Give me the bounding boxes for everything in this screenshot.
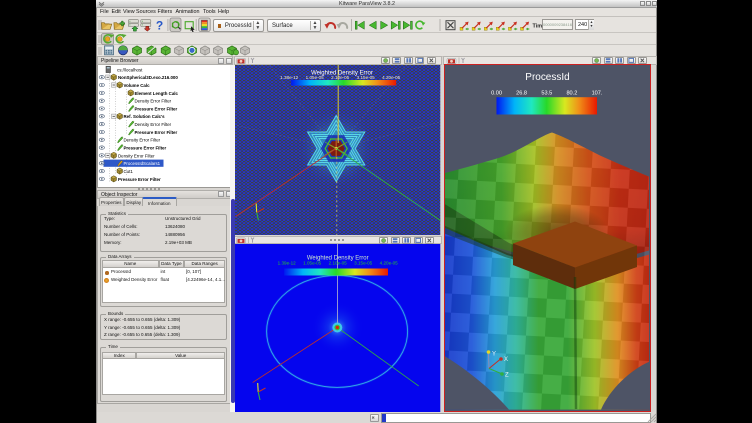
svg-text:cs://localhost: cs://localhost: [117, 67, 143, 72]
svg-text:Z: Z: [504, 372, 508, 378]
svg-text:53.5: 53.5: [541, 90, 552, 96]
svg-text:ProcessId: ProcessId: [525, 72, 569, 83]
svg-text:2.10e-05: 2.10e-05: [329, 260, 348, 265]
svg-text:Density Error Filter: Density Error Filter: [124, 138, 161, 143]
svg-text:Ref. Solution Calc's: Ref. Solution Calc's: [124, 114, 166, 119]
svg-text:Density Error Filter: Density Error Filter: [135, 122, 172, 127]
svg-text:Pressure Error Filter: Pressure Error Filter: [118, 177, 161, 182]
svg-text:1.05e-05: 1.05e-05: [306, 74, 325, 79]
svg-text:Pressure Error Filter: Pressure Error Filter: [124, 146, 167, 151]
svg-text:ProcessIdScalars1: ProcessIdScalars1: [124, 161, 161, 166]
svg-text:Pressure Error Filter: Pressure Error Filter: [135, 130, 178, 135]
svg-text:1.38e-12: 1.38e-12: [280, 74, 299, 79]
svg-text:0.00: 0.00: [491, 90, 502, 96]
svg-text:1.05e-05: 1.05e-05: [303, 260, 322, 265]
svg-text:Density Error Filter: Density Error Filter: [135, 99, 172, 104]
svg-text:80.2: 80.2: [566, 90, 577, 96]
svg-text:1.39e-12: 1.39e-12: [278, 260, 297, 265]
svg-text:Element Length Calc: Element Length Calc: [135, 91, 179, 96]
svg-text:Volume Calc: Volume Calc: [124, 83, 151, 88]
svg-text:Density Error Filter: Density Error Filter: [118, 153, 155, 158]
svg-text:Y: Y: [491, 351, 495, 357]
svg-text:26.8: 26.8: [516, 90, 527, 96]
svg-text:?: ?: [156, 19, 163, 33]
svg-text:107.: 107.: [591, 90, 602, 96]
svg-text:3.15e-05: 3.15e-05: [357, 74, 376, 79]
svg-text:3.15e-05: 3.15e-05: [354, 260, 373, 265]
svg-text:Pressure Error Filter: Pressure Error Filter: [135, 106, 178, 111]
svg-text:X: X: [503, 357, 507, 363]
svg-text:4.20e-05: 4.20e-05: [382, 74, 401, 79]
svg-text:NonSpherical3D.exo.216.000: NonSpherical3D.exo.216.000: [118, 75, 178, 80]
svg-text:Cut1: Cut1: [124, 169, 134, 174]
svg-text:4.20e-05: 4.20e-05: [380, 260, 399, 265]
svg-text:2.10e-05: 2.10e-05: [331, 74, 350, 79]
